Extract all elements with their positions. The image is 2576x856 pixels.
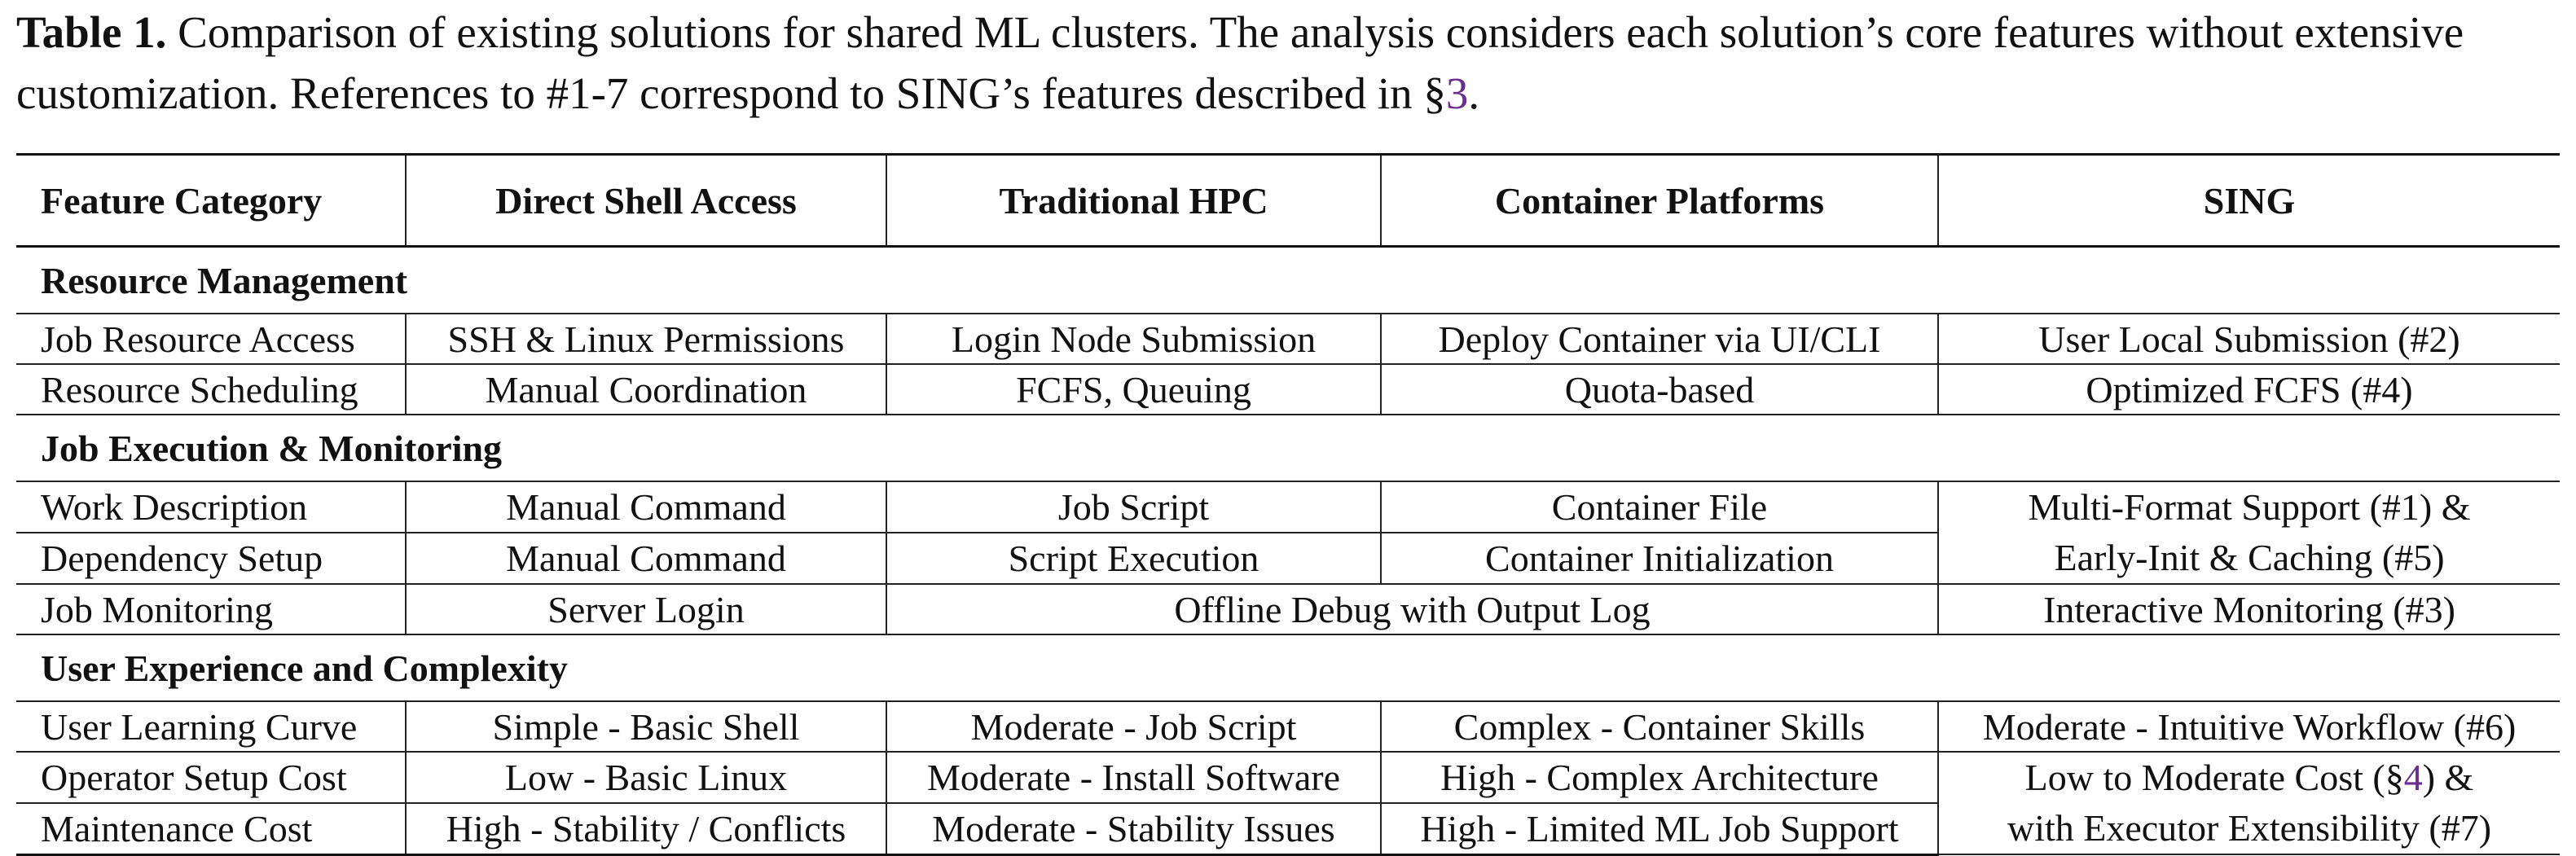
header-container-platforms: Container Platforms <box>1380 154 1938 247</box>
table-cell: Container Initialization <box>1380 533 1938 585</box>
section-row: Job Execution & Monitoring <box>16 415 2560 482</box>
header-sing: SING <box>1937 154 2560 247</box>
table-cell: Simple - Basic Shell <box>405 701 886 753</box>
section-row: Resource Management <box>16 246 2560 314</box>
table-cell: Moderate - Stability Issues <box>886 802 1381 856</box>
table-row: User Learning Curve Simple - Basic Shell… <box>16 701 2560 753</box>
table-cell: SSH & Linux Permissions <box>405 314 886 365</box>
table-cell: Moderate - Job Script <box>886 701 1381 753</box>
table-cell: Complex - Container Skills <box>1380 701 1938 753</box>
table-cell: Moderate - Intuitive Workflow (#6) <box>1937 701 2560 753</box>
table-cell: Optimized FCFS (#4) <box>1937 364 2560 415</box>
table-cell: Interactive Monitoring (#3) <box>1937 584 2560 635</box>
table-cell: Server Login <box>405 584 886 635</box>
header-traditional-hpc: Traditional HPC <box>886 154 1381 247</box>
table-row: Operator Setup Cost Low - Basic Linux Mo… <box>16 752 2560 855</box>
table-cell: Moderate - Install Software <box>886 752 1381 804</box>
table-cell: High - Limited ML Job Support <box>1380 802 1938 856</box>
table-cell: High - Stability / Conflicts <box>405 802 886 856</box>
table-cell: Manual Command <box>405 533 886 585</box>
cell-line: Early-Init & Caching (#5) <box>2054 537 2445 578</box>
table-cell: FCFS, Queuing <box>886 364 1381 415</box>
table-cell: Login Node Submission <box>886 314 1381 365</box>
table-row: Job Monitoring Server Login Offline Debu… <box>16 584 2560 635</box>
table-cell: Container File <box>1380 481 1938 533</box>
table-cell: Manual Coordination <box>405 364 886 415</box>
table-cell-merged: Offline Debug with Output Log <box>886 584 1938 635</box>
table-row: Work Description Manual Command Job Scri… <box>16 481 2560 585</box>
table-row: Resource Scheduling Manual Coordination … <box>16 364 2560 415</box>
section-title: Resource Management <box>16 246 2560 314</box>
row-label: Resource Scheduling <box>16 364 406 415</box>
cell-line: Low to Moderate Cost (§4) & <box>1950 753 2548 803</box>
table-cell-merged: Low to Moderate Cost (§4) & with Executo… <box>1937 752 2560 855</box>
header-row: Feature Category Direct Shell Access Tra… <box>16 154 2560 247</box>
row-label: Maintenance Cost <box>16 802 406 856</box>
table-cell: User Local Submission (#2) <box>1937 314 2560 365</box>
cell-line: Multi-Format Support (#1) & <box>2028 486 2471 528</box>
row-label: Job Monitoring <box>16 584 406 635</box>
row-label: Job Resource Access <box>16 314 406 365</box>
caption-text-end: . <box>1468 68 1480 118</box>
cell-line: with Executor Extensibility (#7) <box>2007 807 2492 849</box>
row-label: User Learning Curve <box>16 701 406 753</box>
row-label: Operator Setup Cost <box>16 752 406 804</box>
section-row: User Experience and Complexity <box>16 634 2560 702</box>
table-row: Job Resource Access SSH & Linux Permissi… <box>16 314 2560 365</box>
table-cell: High - Complex Architecture <box>1380 752 1938 804</box>
section-title: Job Execution & Monitoring <box>16 415 2560 482</box>
row-label: Work Description <box>16 481 406 533</box>
table-cell: Deploy Container via UI/CLI <box>1380 314 1938 365</box>
caption-text: Comparison of existing solutions for sha… <box>16 7 2464 118</box>
table-cell: Quota-based <box>1380 364 1938 415</box>
section-ref-link[interactable]: 3 <box>1446 68 1469 118</box>
header-direct-shell-access: Direct Shell Access <box>405 154 886 247</box>
header-feature-category: Feature Category <box>41 179 323 222</box>
cell-text: Low to Moderate Cost (§ <box>2024 757 2404 798</box>
table-cell: Script Execution <box>886 533 1381 585</box>
table-cell: Job Script <box>886 481 1381 533</box>
table-cell-merged: Multi-Format Support (#1) & Early-Init &… <box>1937 481 2560 585</box>
section-ref-link[interactable]: 4 <box>2404 757 2423 798</box>
table-cell: Manual Command <box>405 481 886 533</box>
comparison-table: Feature Category Direct Shell Access Tra… <box>16 153 2560 856</box>
table-cell: Low - Basic Linux <box>405 752 886 804</box>
caption-label: Table 1. <box>16 7 167 57</box>
section-title: User Experience and Complexity <box>16 634 2560 702</box>
row-label: Dependency Setup <box>16 533 406 585</box>
cell-text: ) & <box>2422 757 2474 798</box>
table-caption: Table 1. Comparison of existing solution… <box>16 2 2558 124</box>
